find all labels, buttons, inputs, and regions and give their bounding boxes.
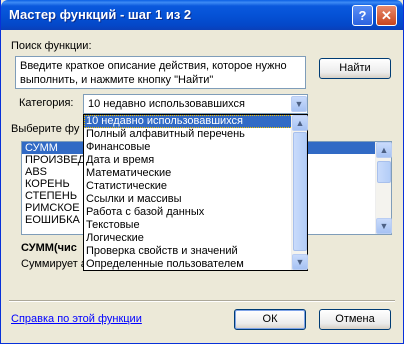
category-option[interactable]: Финансовые xyxy=(84,141,307,154)
scroll-down-icon[interactable]: ▼ xyxy=(376,218,392,234)
window-title: Мастер функций - шаг 1 из 2 xyxy=(9,7,192,22)
cancel-button[interactable]: Отмена xyxy=(319,309,391,330)
search-input-text: Введите краткое описание действия, котор… xyxy=(20,60,287,86)
category-dropdown[interactable]: 10 недавно использовавшихся Полный алфав… xyxy=(83,114,308,271)
scroll-thumb[interactable] xyxy=(377,161,391,183)
category-option[interactable]: Логические xyxy=(84,232,307,245)
title-bar[interactable]: Мастер функций - шаг 1 из 2 ? ✕ xyxy=(1,0,403,30)
category-option[interactable]: Полный алфавитный перечень xyxy=(84,128,307,141)
function-list-label: Выберите фу xyxy=(11,123,80,135)
category-option[interactable]: Работа с базой данных xyxy=(84,206,307,219)
chevron-down-icon[interactable]: ▼ xyxy=(291,96,307,112)
function-description: Суммирует а xyxy=(21,258,87,270)
function-signature: СУММ(чис xyxy=(21,242,77,254)
help-icon[interactable]: ? xyxy=(352,5,373,26)
category-selected-value: 10 недавно использовавшихся xyxy=(88,98,246,110)
ok-button-label: ОК xyxy=(262,313,278,325)
scroll-thumb[interactable] xyxy=(293,132,307,251)
search-label: Поиск функции: xyxy=(11,40,92,52)
find-button-label: Найти xyxy=(339,62,371,74)
category-option[interactable]: Дата и время xyxy=(84,154,307,167)
scroll-down-icon[interactable]: ▼ xyxy=(292,254,308,270)
category-select[interactable]: 10 недавно использовавшихся ▼ xyxy=(83,94,308,114)
category-option[interactable]: Определенные пользователем xyxy=(84,258,307,271)
help-link[interactable]: Справка по этой функции xyxy=(11,313,142,325)
scroll-up-icon[interactable]: ▲ xyxy=(292,115,308,131)
category-option[interactable]: Математические xyxy=(84,167,307,180)
category-option[interactable]: Ссылки и массивы xyxy=(84,193,307,206)
search-input[interactable]: Введите краткое описание действия, котор… xyxy=(15,56,306,89)
scroll-up-icon[interactable]: ▲ xyxy=(376,142,392,158)
ok-button[interactable]: ОК xyxy=(234,309,306,330)
cancel-button-label: Отмена xyxy=(335,313,375,325)
function-list-scrollbar[interactable]: ▲ ▼ xyxy=(375,142,392,234)
find-button[interactable]: Найти xyxy=(319,58,391,79)
category-label: Категория: xyxy=(19,97,74,109)
dropdown-scrollbar[interactable]: ▲ ▼ xyxy=(291,115,308,270)
category-option[interactable]: Текстовые xyxy=(84,219,307,232)
category-option[interactable]: 10 недавно использовавшихся xyxy=(84,115,307,128)
divider xyxy=(9,300,395,302)
close-icon[interactable]: ✕ xyxy=(376,5,397,26)
function-wizard-dialog: Мастер функций - шаг 1 из 2 ? ✕ Поиск фу… xyxy=(0,0,404,344)
category-option[interactable]: Проверка свойств и значений xyxy=(84,245,307,258)
category-option[interactable]: Статистические xyxy=(84,180,307,193)
